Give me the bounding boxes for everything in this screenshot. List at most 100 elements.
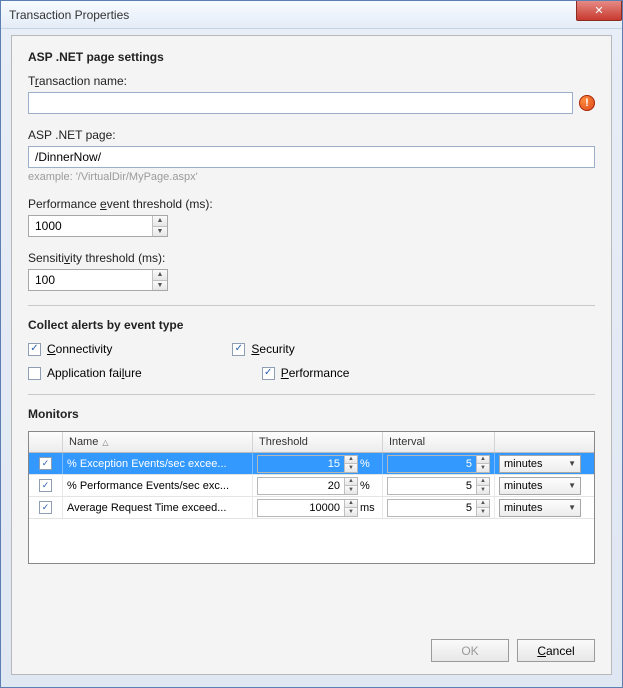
chevron-down-icon: ▼ (568, 481, 576, 490)
chevron-down-icon: ▼ (568, 503, 576, 512)
spinner-down-icon[interactable]: ▼ (477, 464, 489, 472)
row-checkbox-cell: ✓ (29, 497, 63, 518)
transaction-name-input[interactable] (28, 92, 573, 114)
header-threshold[interactable]: Threshold (253, 432, 383, 452)
interval-input[interactable]: ▲▼ (387, 455, 490, 473)
threshold-spinners[interactable]: ▲▼ (344, 478, 357, 494)
row-name: % Exception Events/sec excee... (63, 453, 253, 474)
application-failure-checkbox[interactable]: Application failure (28, 366, 142, 380)
threshold-input[interactable]: ▲▼ (257, 455, 358, 473)
header-unit[interactable] (495, 432, 585, 452)
perf-threshold-input[interactable]: ▲ ▼ (28, 215, 168, 237)
checkbox-label: Performance (281, 366, 350, 380)
warning-icon: ! (579, 95, 595, 111)
monitors-table: Name △ Threshold Interval ✓ % Exception E… (28, 431, 595, 564)
header-interval[interactable]: Interval (383, 432, 495, 452)
spinner-down-icon[interactable]: ▼ (153, 227, 167, 237)
sensitivity-threshold-input[interactable]: ▲ ▼ (28, 269, 168, 291)
monitors-section-title: Monitors (28, 407, 595, 421)
threshold-unit: ms (360, 502, 378, 514)
sensitivity-threshold-spinners[interactable]: ▲ ▼ (152, 270, 167, 290)
table-row[interactable]: ✓Average Request Time exceed...▲▼ms▲▼min… (29, 497, 594, 519)
spinner-up-icon[interactable]: ▲ (345, 500, 357, 509)
spinner-down-icon[interactable]: ▼ (345, 508, 357, 516)
security-checkbox[interactable]: ✓ Security (232, 342, 294, 356)
interval-spinners[interactable]: ▲▼ (476, 456, 489, 472)
row-interval-unit-cell: minutes ▼ (495, 475, 585, 496)
interval-spinners[interactable]: ▲▼ (476, 478, 489, 494)
interval-spinners[interactable]: ▲▼ (476, 500, 489, 516)
checkbox-icon: ✓ (28, 343, 41, 356)
threshold-field[interactable] (258, 478, 344, 494)
asp-page-hint: example: '/VirtualDir/MyPage.aspx' (28, 171, 595, 183)
row-interval-unit-cell: minutes ▼ (495, 453, 585, 474)
interval-field[interactable] (388, 456, 476, 472)
row-threshold-cell: ▲▼ms (253, 497, 383, 518)
interval-input[interactable]: ▲▼ (387, 499, 490, 517)
cancel-button[interactable]: Cancel (517, 639, 595, 662)
combo-value: minutes (504, 502, 543, 514)
row-checkbox[interactable]: ✓ (39, 457, 52, 470)
threshold-field[interactable] (258, 456, 344, 472)
threshold-field[interactable] (258, 500, 344, 516)
window-controls: ✕ (576, 1, 622, 28)
interval-unit-combo[interactable]: minutes ▼ (499, 477, 581, 495)
spinner-up-icon[interactable]: ▲ (345, 478, 357, 487)
window-title: Transaction Properties (9, 8, 129, 22)
checkbox-icon: ✓ (262, 367, 275, 380)
sensitivity-threshold-field[interactable] (29, 270, 152, 290)
spinner-up-icon[interactable]: ▲ (345, 456, 357, 465)
spinner-up-icon[interactable]: ▲ (477, 456, 489, 465)
threshold-input[interactable]: ▲▼ (257, 499, 358, 517)
threshold-unit: % (360, 480, 378, 492)
row-threshold-cell: ▲▼% (253, 475, 383, 496)
threshold-unit: % (360, 458, 378, 470)
row-interval-cell: ▲▼ (383, 453, 495, 474)
collect-section-title: Collect alerts by event type (28, 318, 595, 332)
combo-value: minutes (504, 480, 543, 492)
interval-field[interactable] (388, 500, 476, 516)
chevron-down-icon: ▼ (568, 459, 576, 468)
collect-row-1: ✓ Connectivity ✓ Security (28, 342, 595, 356)
asp-page-input[interactable] (28, 146, 595, 168)
interval-unit-combo[interactable]: minutes ▼ (499, 455, 581, 473)
performance-checkbox[interactable]: ✓ Performance (262, 366, 350, 380)
dialog-buttons: OK Cancel (431, 639, 595, 662)
threshold-input[interactable]: ▲▼ (257, 477, 358, 495)
row-checkbox[interactable]: ✓ (39, 501, 52, 514)
row-interval-unit-cell: minutes ▼ (495, 497, 585, 518)
ok-button[interactable]: OK (431, 639, 509, 662)
monitors-header: Name △ Threshold Interval (29, 432, 594, 453)
header-name[interactable]: Name △ (63, 432, 253, 452)
row-checkbox[interactable]: ✓ (39, 479, 52, 492)
row-name: % Performance Events/sec exc... (63, 475, 253, 496)
threshold-spinners[interactable]: ▲▼ (344, 500, 357, 516)
close-icon: ✕ (594, 4, 603, 17)
combo-value: minutes (504, 458, 543, 470)
interval-input[interactable]: ▲▼ (387, 477, 490, 495)
checkbox-icon (28, 367, 41, 380)
spinner-up-icon[interactable]: ▲ (477, 478, 489, 487)
spinner-down-icon[interactable]: ▼ (477, 508, 489, 516)
table-row[interactable]: ✓% Exception Events/sec excee...▲▼%▲▼min… (29, 453, 594, 475)
threshold-spinners[interactable]: ▲▼ (344, 456, 357, 472)
perf-threshold-field[interactable] (29, 216, 152, 236)
connectivity-checkbox[interactable]: ✓ Connectivity (28, 342, 112, 356)
spinner-up-icon[interactable]: ▲ (153, 216, 167, 227)
spinner-up-icon[interactable]: ▲ (477, 500, 489, 509)
interval-unit-combo[interactable]: minutes ▼ (499, 499, 581, 517)
header-checkbox-col[interactable] (29, 432, 63, 452)
spinner-down-icon[interactable]: ▼ (345, 464, 357, 472)
spinner-down-icon[interactable]: ▼ (153, 281, 167, 291)
row-checkbox-cell: ✓ (29, 453, 63, 474)
close-button[interactable]: ✕ (576, 1, 622, 21)
spinner-up-icon[interactable]: ▲ (153, 270, 167, 281)
perf-threshold-label: Performance event threshold (ms): (28, 197, 595, 211)
interval-field[interactable] (388, 478, 476, 494)
spinner-down-icon[interactable]: ▼ (345, 486, 357, 494)
dialog-content: ASP .NET page settings Transaction name:… (11, 35, 612, 675)
table-row[interactable]: ✓% Performance Events/sec exc...▲▼%▲▼min… (29, 475, 594, 497)
row-checkbox-cell: ✓ (29, 475, 63, 496)
perf-threshold-spinners[interactable]: ▲ ▼ (152, 216, 167, 236)
spinner-down-icon[interactable]: ▼ (477, 486, 489, 494)
